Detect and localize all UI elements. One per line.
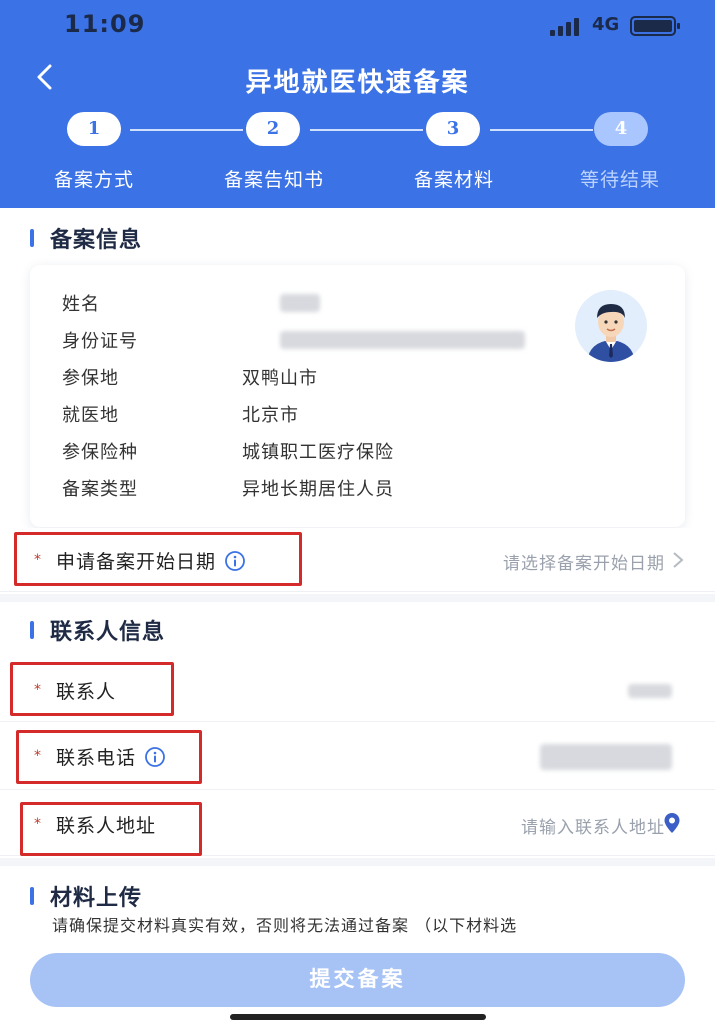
redacted-contact-phone: [540, 744, 672, 770]
highlight-box: [14, 532, 302, 586]
step-4-marker: 4: [594, 112, 648, 146]
status-bar: 11:09 4G: [0, 0, 715, 50]
contact-info-title: 联系人信息: [30, 614, 165, 646]
avatar: [575, 290, 647, 362]
info-row-insured-place: 参保地 双鸭山市: [62, 368, 318, 389]
home-indicator: [230, 1014, 486, 1020]
info-row-id: 身份证号: [62, 327, 525, 355]
materials-title: 材料上传: [30, 880, 142, 912]
materials-note: 请确保提交材料真实有效，否则将无法通过备案 （以下材料选: [52, 916, 518, 935]
status-time: 11:09: [64, 10, 146, 38]
step-2-label: 备案告知书: [223, 169, 324, 191]
step-4-label: 等待结果: [579, 169, 660, 191]
info-row-insurance-type: 参保险种 城镇职工医疗保险: [62, 442, 394, 463]
highlight-box: [20, 802, 202, 856]
redacted-id: [280, 331, 525, 349]
info-row-name: 姓名: [62, 290, 522, 318]
start-date-placeholder: 请选择备案开始日期: [503, 554, 665, 574]
step-3-label: 备案材料: [413, 169, 494, 191]
step-connector: [130, 129, 243, 131]
step-connector: [310, 129, 423, 131]
highlight-box: [16, 730, 202, 784]
info-row-filing-type: 备案类型 异地长期居住人员: [62, 479, 394, 500]
filing-info-title: 备案信息: [30, 222, 142, 254]
step-2-marker: 2: [246, 112, 300, 146]
highlight-box: [10, 662, 174, 716]
header: 11:09 4G 异地就医快速备案 1 2 3 4 备案方式 备案告知书 备案材…: [0, 0, 715, 208]
page-title: 异地就医快速备案: [245, 68, 470, 98]
signal-icon: [550, 18, 584, 36]
location-pin-icon[interactable]: [663, 812, 681, 834]
step-1-marker: 1: [67, 112, 121, 146]
chevron-right-icon: [673, 552, 684, 568]
step-1-label: 备案方式: [53, 169, 134, 191]
submit-button[interactable]: 提交备案: [30, 953, 685, 1007]
step-connector: [490, 129, 593, 131]
contact-address-placeholder: 请输入联系人地址: [521, 818, 665, 838]
info-row-treatment-place: 就医地 北京市: [62, 405, 299, 426]
filing-info-card: 姓名 身份证号 参保地 双鸭山市 就医地 北京市 参保险种 城镇职工医疗保险 备…: [30, 265, 685, 527]
network-label: 4G: [592, 14, 620, 35]
redacted-name: [280, 294, 320, 312]
step-3-marker: 3: [426, 112, 480, 146]
redacted-contact-name: [628, 684, 672, 698]
battery-icon: [630, 16, 680, 36]
